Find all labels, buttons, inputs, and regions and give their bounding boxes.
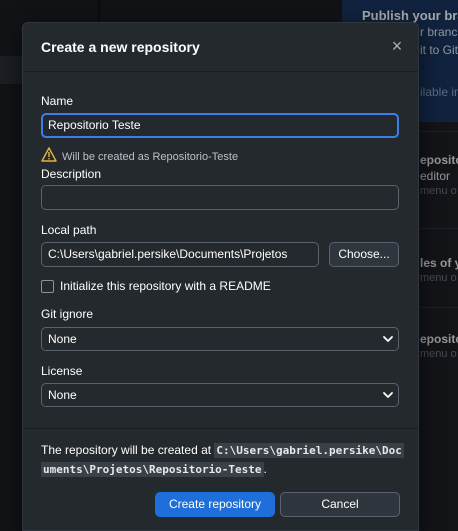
license-select[interactable]: None bbox=[41, 383, 399, 407]
location-prefix: The repository will be created at bbox=[41, 443, 215, 457]
readme-label[interactable]: Initialize this repository with a README bbox=[60, 279, 271, 293]
warning-text: Will be created as Repositorio-Teste bbox=[62, 151, 239, 163]
warning-icon bbox=[41, 147, 57, 167]
git-ignore-label: Git ignore bbox=[41, 307, 94, 321]
create-repository-dialog: Create a new repository × Name Repositor… bbox=[22, 22, 419, 531]
dialog-header: Create a new repository × bbox=[23, 23, 418, 72]
create-repository-button[interactable]: Create repository bbox=[155, 492, 275, 517]
name-input[interactable]: Repositorio Teste bbox=[41, 113, 399, 138]
close-button[interactable]: × bbox=[386, 35, 408, 57]
description-input[interactable] bbox=[41, 185, 399, 210]
cancel-button[interactable]: Cancel bbox=[280, 492, 400, 517]
readme-checkbox[interactable] bbox=[41, 279, 54, 293]
local-path-label: Local path bbox=[41, 223, 97, 237]
name-label: Name bbox=[41, 94, 74, 108]
repository-location-note: The repository will be created at C:\Use… bbox=[41, 441, 404, 479]
dialog-title: Create a new repository bbox=[41, 39, 200, 55]
dialog-footer: The repository will be created at C:\Use… bbox=[23, 428, 418, 530]
description-label: Description bbox=[41, 167, 102, 181]
chevron-down-icon bbox=[382, 328, 394, 350]
name-warning: Will be created as Repositorio-Teste bbox=[41, 147, 238, 167]
license-label: License bbox=[41, 364, 83, 378]
license-value: None bbox=[48, 388, 77, 402]
readme-option[interactable]: Initialize this repository with a README bbox=[41, 279, 271, 293]
location-suffix: . bbox=[263, 462, 267, 476]
git-ignore-select[interactable]: None bbox=[41, 327, 399, 351]
local-path-input[interactable]: C:\Users\gabriel.persike\Documents\Proje… bbox=[41, 242, 319, 267]
choose-button[interactable]: Choose... bbox=[329, 242, 399, 267]
chevron-down-icon bbox=[382, 384, 394, 406]
git-ignore-value: None bbox=[48, 332, 77, 346]
close-icon: × bbox=[391, 36, 403, 56]
